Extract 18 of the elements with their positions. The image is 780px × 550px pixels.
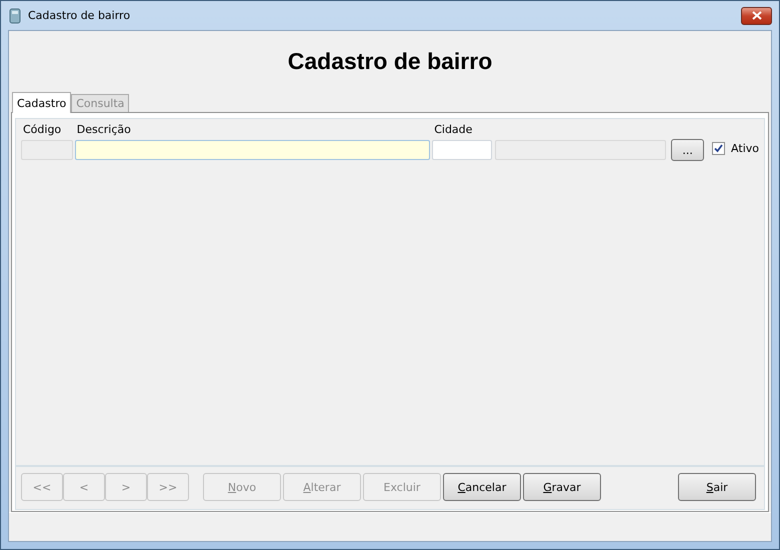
close-icon — [752, 11, 762, 20]
window-title: Cadastro de bairro — [28, 9, 130, 22]
action-button[interactable]: Gravar — [523, 473, 601, 501]
city-code-field[interactable] — [432, 140, 492, 160]
field-label: Descrição — [76, 123, 132, 138]
description-field[interactable] — [74, 140, 430, 160]
field-label: Código — [22, 123, 62, 138]
field-label: Cidade — [433, 123, 474, 138]
form-heading: Cadastro de bairro — [288, 48, 492, 75]
tab[interactable]: Cadastro — [12, 92, 72, 113]
action-button[interactable]: Cancelar — [443, 473, 521, 501]
tab[interactable]: Consulta — [71, 94, 130, 112]
exit-button[interactable]: Sair — [678, 473, 756, 501]
app-icon — [8, 8, 22, 24]
active-checkbox[interactable] — [712, 142, 726, 155]
checkbox-label: Ativo — [731, 142, 759, 155]
lookup-button[interactable]: ... — [671, 139, 704, 161]
close-button[interactable] — [741, 6, 772, 24]
